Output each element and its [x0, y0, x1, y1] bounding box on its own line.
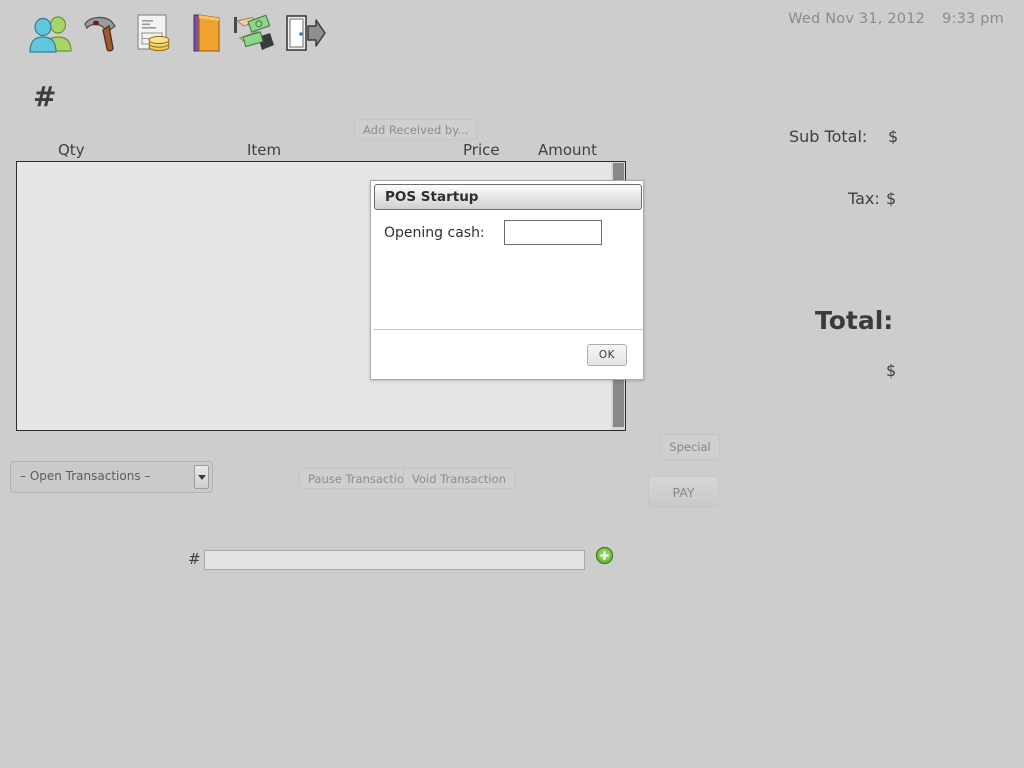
main-toolbar — [0, 0, 1024, 66]
scan-hash-label: # — [188, 550, 201, 568]
clock-date: Wed Nov 31, 2012 — [788, 11, 925, 27]
toolbar-button-catalog[interactable] — [180, 8, 232, 58]
toolbar-button-invoices[interactable] — [128, 8, 180, 58]
chevron-down-icon[interactable] — [194, 465, 209, 489]
column-header-amount: Amount — [538, 141, 597, 159]
cash-payment-icon — [230, 12, 276, 54]
order-number-label: # — [33, 83, 56, 111]
toolbar-button-payments[interactable] — [227, 8, 279, 58]
toolbar-button-tools[interactable] — [74, 8, 126, 58]
catalog-book-icon — [186, 12, 226, 54]
open-transactions-select[interactable]: – Open Transactions – — [10, 461, 213, 493]
toolbar-button-exit[interactable] — [278, 8, 330, 58]
pay-button[interactable]: PAY — [648, 476, 719, 508]
chevron-down-glyph — [198, 475, 206, 480]
special-button[interactable]: Special — [660, 434, 720, 460]
column-header-qty: Qty — [58, 141, 85, 159]
hammer-icon — [79, 12, 121, 54]
opening-cash-label: Opening cash: — [384, 225, 485, 241]
total-label: Total: — [815, 306, 893, 335]
open-transactions-selected-label: – Open Transactions – — [20, 469, 150, 483]
subtotal-label: Sub Total: — [789, 127, 867, 146]
void-transaction-button[interactable]: Void Transaction — [403, 468, 515, 489]
plus-circle-icon[interactable] — [596, 547, 613, 564]
dialog-title: POS Startup — [385, 189, 478, 205]
invoice-icon — [132, 12, 176, 54]
opening-cash-input[interactable] — [504, 220, 602, 245]
tax-label: Tax: — [848, 189, 880, 208]
total-value: $ — [886, 361, 896, 380]
customers-icon — [29, 13, 73, 53]
toolbar-button-customers[interactable] — [25, 8, 77, 58]
subtotal-value: $ — [888, 127, 898, 146]
dialog-titlebar: POS Startup — [374, 184, 642, 210]
ok-button[interactable]: OK — [587, 344, 627, 366]
column-header-item: Item — [247, 141, 281, 159]
exit-icon — [282, 12, 326, 54]
clock-time: 9:33 pm — [942, 11, 1004, 27]
add-received-by-button[interactable]: Add Received by... — [354, 119, 477, 140]
tax-value: $ — [886, 189, 896, 208]
scan-input[interactable] — [204, 550, 585, 570]
column-header-price: Price — [463, 141, 500, 159]
clock: Wed Nov 31, 2012 9:33 pm — [788, 11, 1004, 27]
dialog-separator — [373, 329, 643, 330]
pos-startup-dialog: POS Startup Opening cash: OK — [370, 180, 644, 380]
